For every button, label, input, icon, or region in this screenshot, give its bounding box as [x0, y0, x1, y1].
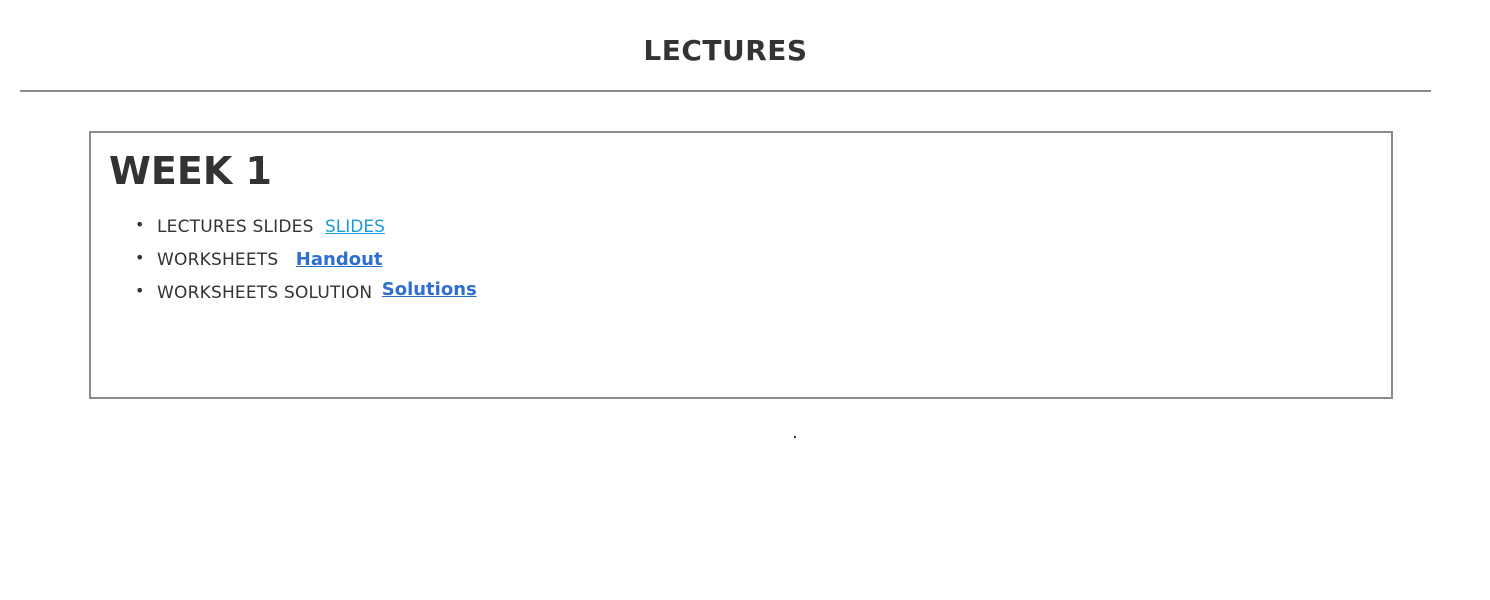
- bullet-icon: •: [135, 281, 145, 300]
- handout-link[interactable]: Handout: [296, 246, 383, 274]
- bullet-icon: •: [135, 248, 145, 267]
- list-item-lecture-slides: • LECTURES SLIDES SLIDES: [135, 213, 477, 246]
- bullet-icon: •: [135, 215, 145, 234]
- list-item-worksheets: • WORKSHEETS Handout: [135, 246, 477, 279]
- week-item-list: • LECTURES SLIDES SLIDES • WORKSHEETS Ha…: [135, 213, 477, 312]
- item-label: WORKSHEETS: [157, 250, 279, 270]
- week-section: WEEK 1 • LECTURES SLIDES SLIDES • WORKSH…: [89, 131, 1393, 399]
- item-label: LECTURES SLIDES: [157, 217, 314, 237]
- slides-link[interactable]: SLIDES: [325, 213, 385, 241]
- list-item-worksheets-solution: • WORKSHEETS SOLUTION Solutions: [135, 276, 477, 312]
- page-title: LECTURES: [643, 34, 808, 67]
- title-divider: [20, 90, 1431, 92]
- week-heading: WEEK 1: [109, 149, 272, 193]
- stray-dot: [794, 436, 796, 438]
- item-label: WORKSHEETS SOLUTION: [157, 283, 373, 303]
- solutions-link[interactable]: Solutions: [382, 276, 477, 304]
